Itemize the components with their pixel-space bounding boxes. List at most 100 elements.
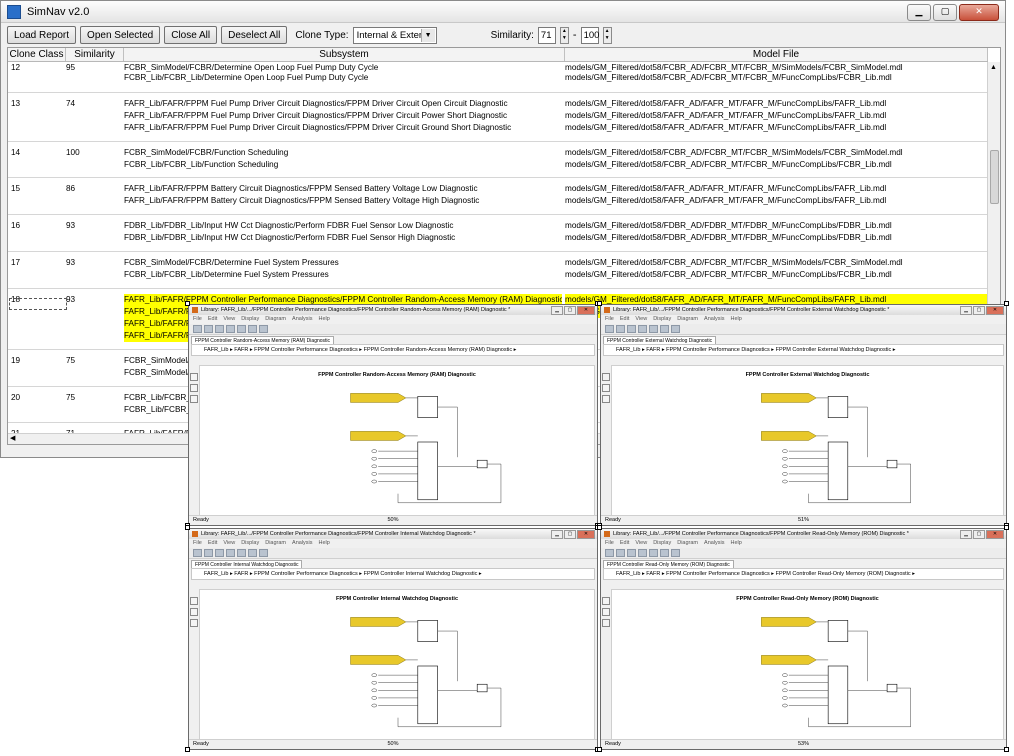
inport-oval[interactable] — [782, 479, 788, 484]
minimize-button[interactable]: ▁ — [960, 530, 972, 539]
subsystem-block[interactable] — [827, 396, 849, 418]
run-icon[interactable] — [671, 325, 680, 333]
close-button[interactable]: ✕ — [959, 4, 999, 21]
simulink-library-window[interactable]: Library: FAFR_Lib/.../FPPM Controller Pe… — [600, 304, 1007, 526]
maximize-button[interactable]: ▢ — [564, 530, 576, 539]
chevron-down-icon[interactable]: ▼ — [420, 28, 435, 42]
menu-item[interactable]: File — [605, 539, 614, 548]
similarity-min-stepper[interactable]: ▲ ▼ — [559, 26, 569, 44]
inport-oval[interactable] — [782, 703, 788, 708]
inport-oval[interactable] — [371, 703, 377, 708]
inport-block[interactable] — [350, 617, 407, 627]
similarity-max-input[interactable]: 100 — [580, 26, 599, 44]
menu-item[interactable]: Diagram — [677, 539, 698, 548]
resize-handle[interactable] — [597, 301, 602, 306]
selected-cell[interactable] — [9, 298, 67, 310]
inport-oval[interactable] — [371, 688, 377, 693]
forward-icon[interactable] — [204, 325, 213, 333]
menu-item[interactable]: View — [635, 539, 647, 548]
inport-oval[interactable] — [371, 696, 377, 700]
menu-item[interactable]: Help — [731, 315, 742, 324]
back-icon[interactable] — [193, 325, 202, 333]
deselect-all-button[interactable]: Deselect All — [221, 26, 288, 44]
similarity-min-input[interactable]: 71 — [537, 26, 556, 44]
inport-oval[interactable] — [371, 464, 377, 469]
arrow-left-icon[interactable]: ◀ — [10, 434, 15, 442]
inport-block[interactable] — [350, 431, 407, 441]
similarity-max-stepper[interactable]: ▲ ▼ — [602, 26, 612, 44]
inport-oval[interactable] — [782, 688, 788, 693]
arrow-up-icon[interactable]: ▲ — [561, 28, 568, 36]
col-header-subsystem[interactable]: Subsystem — [124, 48, 565, 61]
table-row[interactable]: FCBR_Lib/FCBR_Lib/Determine Fuel System … — [8, 269, 992, 281]
annotation-icon[interactable] — [190, 619, 198, 627]
save-icon[interactable] — [226, 325, 235, 333]
title-bar[interactable]: SimNav v2.0 — [1, 1, 1005, 23]
inport-oval[interactable] — [371, 680, 377, 685]
menu-item[interactable]: Display — [241, 315, 259, 324]
diagram-canvas[interactable]: FPPM Controller Read-Only Memory (ROM) D… — [611, 589, 1004, 743]
back-icon[interactable] — [193, 549, 202, 557]
resize-handle[interactable] — [1004, 747, 1009, 752]
arrow-up-icon[interactable]: ▲ — [604, 28, 611, 36]
close-button[interactable]: ✕ — [577, 530, 595, 539]
subsystem-block[interactable] — [827, 620, 849, 642]
maximize-button[interactable]: ▢ — [973, 530, 985, 539]
library-browser-icon[interactable] — [237, 549, 246, 557]
menu-item[interactable]: Analysis — [292, 315, 312, 324]
library-browser-icon[interactable] — [649, 325, 658, 333]
diagram-canvas[interactable]: FPPM Controller External Watchdog Diagno… — [611, 365, 1004, 519]
menu-item[interactable]: Edit — [208, 315, 217, 324]
model-explorer-icon[interactable] — [248, 325, 257, 333]
inport-block[interactable] — [761, 431, 817, 441]
simulink-library-window[interactable]: Library: FAFR_Lib/.../FPPM Controller Pe… — [188, 304, 598, 526]
close-button[interactable]: ✕ — [986, 306, 1004, 315]
run-icon[interactable] — [671, 549, 680, 557]
menu-item[interactable]: Edit — [208, 539, 217, 548]
outport-block[interactable] — [886, 683, 898, 693]
subsystem-block[interactable] — [417, 396, 438, 418]
inport-block[interactable] — [350, 393, 407, 403]
menu-item[interactable]: Display — [653, 539, 671, 548]
breadcrumb[interactable]: FAFR_Lib ▸ FAFR ▸ FPPM Controller Perfor… — [191, 568, 595, 580]
fit-view-icon[interactable] — [602, 608, 610, 616]
save-icon[interactable] — [638, 549, 647, 557]
subsystem-block[interactable] — [417, 620, 438, 642]
inport-oval[interactable] — [782, 680, 788, 685]
inport-oval[interactable] — [371, 479, 377, 484]
resize-handle[interactable] — [185, 747, 190, 752]
menu-item[interactable]: Edit — [620, 315, 629, 324]
inport-oval[interactable] — [782, 673, 788, 677]
fit-view-icon[interactable] — [602, 384, 610, 392]
table-row[interactable]: FAFR_Lib/FAFR/FPPM Fuel Pump Driver Circ… — [8, 122, 992, 134]
diagram-canvas[interactable]: FPPM Controller Random-Access Memory (RA… — [199, 365, 595, 519]
menu-item[interactable]: Diagram — [265, 539, 286, 548]
inport-oval[interactable] — [371, 472, 377, 476]
subsystem-block[interactable] — [417, 665, 438, 725]
diagram-canvas[interactable]: FPPM Controller Internal Watchdog Diagno… — [199, 589, 595, 743]
annotation-icon[interactable] — [190, 395, 198, 403]
annotation-icon[interactable] — [602, 619, 610, 627]
resize-handle[interactable] — [185, 525, 190, 530]
up-icon[interactable] — [215, 549, 224, 557]
inport-block[interactable] — [350, 655, 407, 665]
inport-block[interactable] — [761, 655, 817, 665]
menu-item[interactable]: File — [193, 315, 202, 324]
menu-item[interactable]: View — [635, 315, 647, 324]
zoom-icon[interactable] — [190, 597, 198, 605]
table-row[interactable]: FDBR_Lib/FDBR_Lib/Input HW Cct Diagnosti… — [8, 232, 992, 244]
menu-item[interactable]: Help — [319, 539, 330, 548]
minimize-button[interactable]: ▁ — [907, 4, 931, 21]
inport-oval[interactable] — [782, 449, 788, 453]
save-icon[interactable] — [226, 549, 235, 557]
breadcrumb[interactable]: FAFR_Lib ▸ FAFR ▸ FPPM Controller Perfor… — [603, 344, 1004, 356]
model-explorer-icon[interactable] — [660, 549, 669, 557]
menu-item[interactable]: Analysis — [292, 539, 312, 548]
inport-oval[interactable] — [782, 472, 788, 476]
load-report-button[interactable]: Load Report — [7, 26, 77, 44]
close-button[interactable]: ✕ — [986, 530, 1004, 539]
inport-oval[interactable] — [782, 464, 788, 469]
inport-block[interactable] — [761, 393, 817, 403]
maximize-button[interactable]: ▢ — [933, 4, 957, 21]
forward-icon[interactable] — [616, 325, 625, 333]
